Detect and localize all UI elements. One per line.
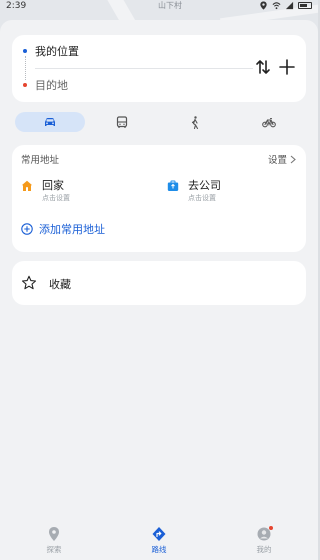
tab-bus[interactable]	[85, 112, 159, 132]
signal-icon	[285, 1, 294, 10]
star-icon	[21, 275, 37, 290]
add-frequent-address-button[interactable]: 添加常用地址	[21, 221, 105, 237]
home-icon	[21, 180, 33, 191]
tab-bike[interactable]	[232, 112, 306, 132]
favorites-card[interactable]: 收藏	[12, 261, 306, 305]
walk-icon	[192, 115, 199, 129]
destination-field[interactable]: 目的地	[35, 77, 68, 93]
battery-icon	[298, 2, 312, 9]
status-time: 2:39	[6, 1, 27, 11]
nav-explore[interactable]: 探索	[24, 524, 84, 560]
home-sublabel: 点击设置	[42, 194, 70, 202]
home-label: 回家	[42, 179, 64, 192]
briefcase-icon	[167, 180, 179, 191]
location-pin-icon	[49, 527, 59, 541]
add-waypoint-icon[interactable]	[278, 57, 296, 77]
add-circle-icon	[21, 223, 33, 235]
nav-route-label: 路线	[151, 545, 167, 554]
route-input-card: 我的位置 目的地	[12, 35, 306, 102]
status-bar: 2:39	[0, 0, 318, 14]
add-frequent-address-label: 添加常用地址	[39, 223, 105, 236]
work-sublabel: 点击设置	[188, 194, 216, 202]
favorites-label: 收藏	[49, 278, 71, 291]
work-label: 去公司	[188, 179, 221, 192]
transport-mode-tabs	[12, 112, 306, 132]
destination-dot	[23, 83, 27, 87]
wifi-icon	[272, 2, 281, 10]
bus-icon	[116, 115, 127, 128]
nav-mine[interactable]: 我的	[234, 524, 294, 560]
origin-dot	[23, 49, 27, 53]
car-icon	[45, 117, 55, 126]
frequent-addresses-card: 常用地址 设置 回家 点击设置 去公司 点击设置 添加常用地址	[12, 145, 306, 252]
tab-walk[interactable]	[159, 112, 233, 132]
nav-route[interactable]: 路线	[129, 524, 189, 560]
notification-badge	[269, 526, 273, 530]
frequent-settings-button[interactable]: 设置	[268, 152, 296, 166]
origin-field[interactable]: 我的位置	[35, 43, 79, 59]
settings-label: 设置	[267, 155, 287, 166]
status-icons	[259, 1, 312, 10]
divider	[35, 68, 253, 69]
nav-explore-label: 探索	[46, 545, 62, 554]
frequent-addresses-title: 常用地址	[21, 155, 60, 166]
bottom-navigation: 探索 路线 我的	[0, 518, 318, 560]
route-icon	[152, 527, 166, 541]
location-status-icon	[260, 1, 267, 10]
route-panel: 我的位置 目的地 常用地址 设置 回家 点击设置 去公司 点击设置 添加常用地址…	[0, 20, 318, 560]
nav-mine-label: 我的	[256, 545, 272, 554]
bike-icon	[261, 117, 276, 127]
chevron-right-icon	[290, 155, 296, 163]
swap-icon[interactable]	[255, 57, 271, 77]
route-connector	[24, 56, 26, 80]
tab-car[interactable]	[15, 112, 85, 132]
